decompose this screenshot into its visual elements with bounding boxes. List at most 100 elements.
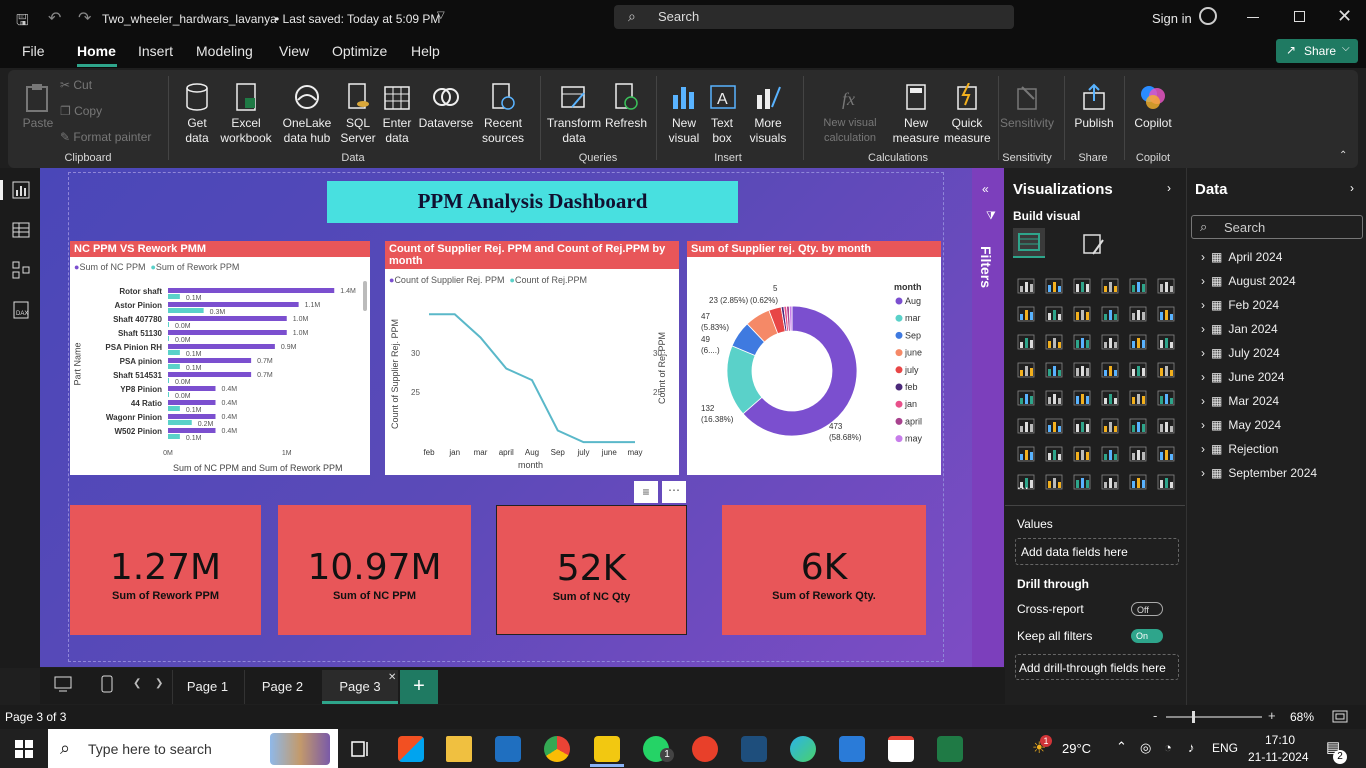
line-icon[interactable] — [1017, 306, 1035, 322]
power-bi-icon[interactable] — [594, 736, 620, 762]
area-icon[interactable] — [1045, 306, 1063, 322]
python-icon[interactable] — [1017, 418, 1035, 434]
automate-icon[interactable] — [1073, 446, 1091, 462]
new-visual-button[interactable]: New visual — [664, 80, 704, 146]
dashboard-title[interactable]: PPM Analysis Dashboard — [327, 181, 738, 223]
format-painter-button[interactable]: ✎ Format painter — [60, 130, 151, 145]
chevron-right-icon[interactable]: › — [1201, 466, 1205, 480]
onelake-button[interactable]: OneLake data hub — [276, 80, 338, 146]
clock-time[interactable]: 17:10 — [1265, 733, 1295, 747]
donut-legend-item[interactable]: mar — [905, 313, 921, 323]
model-view-icon[interactable] — [12, 261, 30, 279]
transform-data-button[interactable]: Transform data — [546, 80, 602, 146]
treemap-icon[interactable] — [1017, 362, 1035, 378]
chevron-right-icon[interactable]: › — [1201, 370, 1205, 384]
filter-icon[interactable]: ≡ — [634, 481, 658, 503]
zoom-out-icon[interactable]: - — [1153, 708, 1157, 723]
bar-nc-ppm[interactable] — [168, 344, 275, 349]
diamond-icon[interactable] — [1129, 446, 1147, 462]
r-visual-icon[interactable] — [1157, 390, 1175, 406]
quick-measure-button[interactable]: Quick measure — [944, 80, 991, 146]
bar-rework-ppm[interactable] — [168, 294, 180, 299]
new-measure-button[interactable]: New measure — [890, 80, 942, 146]
data-table-item[interactable]: › ▦ May 2024 — [1201, 418, 1281, 432]
tab-page-1[interactable]: Page 1 — [172, 670, 242, 704]
combo-icon[interactable] — [1073, 334, 1091, 350]
stacked-bar-icon[interactable] — [1017, 278, 1035, 294]
data-table-item[interactable]: › ▦ Jan 2024 — [1201, 322, 1278, 336]
sign-in-link[interactable]: Sign in — [1152, 11, 1192, 26]
donut-legend-item[interactable]: june — [904, 348, 922, 358]
menu-optimize[interactable]: Optimize — [332, 43, 387, 59]
visual-icon[interactable] — [1129, 474, 1147, 490]
more-options-icon[interactable]: ⋯ — [662, 481, 686, 503]
bar-nc-ppm[interactable] — [168, 428, 216, 433]
zoom-in-icon[interactable]: + — [1268, 708, 1276, 723]
gauge-icon[interactable] — [1129, 362, 1147, 378]
bar-rework-ppm[interactable] — [168, 336, 169, 341]
matrix-icon[interactable] — [1129, 390, 1147, 406]
drill-through-drop-zone[interactable]: Add drill-through fields here — [1015, 654, 1179, 680]
clock-date[interactable]: 21-11-2024 — [1248, 750, 1309, 764]
data-search-input[interactable]: ⌕ Search — [1191, 215, 1363, 239]
bar-rework-ppm[interactable] — [168, 308, 204, 313]
data-table-item[interactable]: › ▦ Feb 2024 — [1201, 298, 1279, 312]
format-visual-icon[interactable] — [1081, 232, 1107, 258]
bar-nc-ppm[interactable] — [168, 330, 287, 335]
cut-button[interactable]: ✂ Cut — [60, 78, 92, 93]
slicer-icon[interactable] — [1073, 390, 1091, 406]
bar-rework-ppm[interactable] — [168, 350, 180, 355]
card-icon[interactable] — [1157, 362, 1175, 378]
menu-home[interactable]: Home — [77, 43, 116, 59]
search-box[interactable]: ⌕ Search — [614, 5, 1014, 29]
data-table-item[interactable]: › ▦ August 2024 — [1201, 274, 1296, 288]
powerapps-icon[interactable] — [1045, 446, 1063, 462]
scatter-icon[interactable] — [1101, 334, 1119, 350]
next-page-icon[interactable]: ❯ — [155, 678, 163, 689]
pycharm-icon[interactable] — [741, 736, 767, 762]
table-view-icon[interactable] — [12, 221, 30, 239]
enter-data-button[interactable]: Enter data — [378, 80, 416, 146]
sensitivity-button[interactable]: Sensitivity — [1000, 80, 1054, 131]
data-table-item[interactable]: › ▦ July 2024 — [1201, 346, 1280, 360]
redo-icon[interactable]: ↷ — [78, 8, 91, 28]
undo-icon[interactable]: ↶ — [48, 8, 61, 28]
kpi-card-rework-qty[interactable]: 6K Sum of Rework Qty. — [722, 505, 926, 635]
donut-legend-item[interactable]: Aug — [905, 296, 921, 306]
copilot-button[interactable]: Copilot — [1128, 80, 1178, 131]
data-table-item[interactable]: › ▦ Mar 2024 — [1201, 394, 1279, 408]
chevron-right-icon[interactable]: › — [1201, 394, 1205, 408]
chevron-icon[interactable] — [1157, 446, 1175, 462]
filled-map-icon[interactable] — [1073, 362, 1091, 378]
dax-query-view-icon[interactable]: DAX — [12, 301, 30, 319]
add-page-button[interactable]: + — [400, 670, 438, 704]
bar-rework-ppm[interactable] — [168, 420, 192, 425]
more-visuals-ellipsis[interactable]: ... — [1017, 476, 1029, 492]
kpi-card-nc-qty[interactable]: 52K Sum of NC Qty — [496, 505, 687, 635]
vscode-icon[interactable] — [839, 736, 865, 762]
decomposition-icon[interactable] — [1073, 418, 1091, 434]
line-column-icon[interactable] — [1017, 334, 1035, 350]
donut-legend-item[interactable]: may — [905, 434, 923, 444]
visual-icon[interactable] — [1157, 474, 1175, 490]
data-table-item[interactable]: › ▦ June 2024 — [1201, 370, 1284, 384]
chevron-right-icon[interactable]: › — [1201, 442, 1205, 456]
arcgis-icon[interactable] — [1101, 446, 1119, 462]
data-table-item[interactable]: › ▦ April 2024 — [1201, 250, 1282, 264]
bar-nc-ppm[interactable] — [168, 316, 287, 321]
get-data-button[interactable]: Get data — [176, 80, 218, 146]
data-table-item[interactable]: › ▦ September 2024 — [1201, 466, 1317, 480]
volume-icon[interactable]: ♪ — [1188, 740, 1195, 755]
language-indicator[interactable]: ENG — [1212, 741, 1238, 755]
prev-page-icon[interactable]: ❮ — [133, 678, 141, 689]
show-hidden-icons[interactable]: ⌃ — [1116, 739, 1127, 755]
text-box-button[interactable]: A Text box — [706, 80, 738, 146]
data-table-item[interactable]: › ▦ Rejection — [1201, 442, 1278, 456]
donut-legend-item[interactable]: feb — [905, 382, 918, 392]
wps-office-icon[interactable] — [692, 736, 718, 762]
donut-legend-item[interactable]: jan — [904, 399, 917, 409]
bar-rework-ppm[interactable] — [168, 434, 180, 439]
chevron-right-icon[interactable]: › — [1201, 418, 1205, 432]
chevron-right-icon[interactable]: › — [1201, 250, 1205, 264]
bar-rework-ppm[interactable] — [168, 406, 180, 411]
